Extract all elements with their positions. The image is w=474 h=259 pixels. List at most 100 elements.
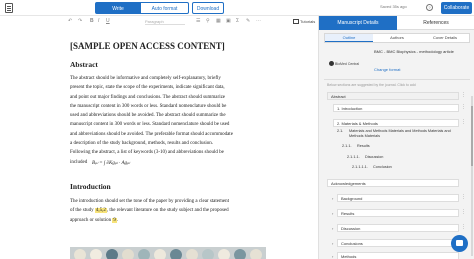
- outline-subsection[interactable]: Conclusion: [373, 165, 392, 170]
- chevron-right-icon: ›: [332, 211, 334, 216]
- figure-shape: [250, 249, 262, 259]
- download-button[interactable]: Download: [192, 2, 224, 14]
- subsection-number: 2.1.1.: [342, 144, 352, 148]
- help-icon[interactable]: ?: [426, 4, 433, 11]
- bold-icon[interactable]: B: [90, 18, 94, 25]
- citation-marker[interactable]: 4,5,2: [94, 208, 107, 214]
- section-label: Conclusions: [341, 241, 363, 246]
- chat-button[interactable]: [451, 235, 468, 252]
- outline-section-methods[interactable]: › Methods: [332, 252, 459, 259]
- chevron-right-icon: ›: [332, 196, 334, 201]
- abstract-body[interactable]: The abstract should be informative and c…: [70, 74, 270, 167]
- outline-section-acknowledgements[interactable]: Acknowledgements: [327, 179, 459, 187]
- document-canvas[interactable]: [SAMPLE OPEN ACCESS CONTENT] Abstract Th…: [0, 27, 316, 259]
- subsection-number: 2.1.: [337, 129, 344, 133]
- outline-section-results[interactable]: › Results: [332, 209, 459, 217]
- section-label: Results: [341, 211, 355, 216]
- introduction-body[interactable]: The introduction should set the tone of …: [70, 197, 270, 225]
- section-label: Background: [341, 196, 363, 201]
- image-icon[interactable]: ▣: [226, 18, 231, 25]
- outline-subsection[interactable]: Materials and Methods Materials and Meth…: [349, 129, 457, 139]
- section-menu-icon[interactable]: ⋮: [461, 104, 466, 111]
- figure-shape: [154, 249, 166, 259]
- abstract-heading[interactable]: Abstract: [70, 60, 98, 69]
- scrollbar-thumb[interactable]: [471, 106, 473, 166]
- figure-shape: [138, 249, 150, 259]
- outline-section-conclusions[interactable]: › Conclusions: [332, 239, 459, 247]
- abstract-line: The abstract should be informative and c…: [70, 76, 221, 81]
- section-menu-icon[interactable]: ⋮: [461, 209, 466, 216]
- manuscript-panel: Manuscript Details References Outline Au…: [318, 16, 474, 259]
- panel-tabs: Manuscript Details References: [319, 16, 474, 30]
- intro-text-segment: , the relevant literature on the study s…: [106, 208, 229, 214]
- section-menu-icon[interactable]: ⋮: [461, 194, 466, 201]
- figure-shape: [122, 249, 134, 259]
- write-mode-button[interactable]: Write: [95, 2, 141, 14]
- abstract-line: a description of the study background, m…: [70, 141, 214, 147]
- document-icon[interactable]: [5, 3, 13, 13]
- abstract-line: present the topic, state the scope of th…: [70, 85, 225, 91]
- paragraph-style-select[interactable]: Paragraph: [145, 18, 185, 25]
- panel-scrollbar[interactable]: [471, 96, 473, 256]
- sections-note: Below sections are suggested by the jour…: [327, 83, 416, 87]
- comment-icon[interactable]: ✎: [246, 18, 250, 25]
- figure-shape: [106, 249, 118, 259]
- abstract-line: and abbreviations should be avoided. The…: [70, 131, 233, 137]
- tab-manuscript-details[interactable]: Manuscript Details: [319, 16, 397, 30]
- redo-icon[interactable]: ↷: [78, 18, 82, 25]
- publisher-logo: BioMed Central: [329, 61, 359, 66]
- underline-icon[interactable]: U: [106, 18, 110, 25]
- auto-format-button[interactable]: Auto format: [141, 2, 189, 14]
- section-label: Acknowledgements: [331, 181, 366, 186]
- section-label: Discussion: [341, 226, 361, 231]
- figure-image[interactable]: [70, 247, 266, 259]
- publisher-logo-text: BioMed Central: [335, 62, 360, 66]
- figure-shape: [202, 249, 214, 259]
- section-menu-icon[interactable]: ⋮: [461, 92, 466, 99]
- figure-shape: [90, 249, 102, 259]
- change-format-link[interactable]: Change format: [374, 67, 400, 72]
- formula-icon[interactable]: Σ: [236, 18, 239, 25]
- inline-formula[interactable]: Bₚₗ = ∫ ∂Kgₚₗ · Agₚₗ: [92, 160, 130, 166]
- tab-authors[interactable]: Authors: [373, 34, 421, 42]
- link-icon[interactable]: ⚲: [206, 18, 210, 25]
- table-icon[interactable]: ▦: [216, 18, 221, 25]
- intro-line: approach or solution 9.: [70, 216, 270, 225]
- top-bar: Write Auto format Download Saved 35s ago…: [0, 0, 474, 16]
- intro-line: The introduction should set the tone of …: [70, 199, 229, 204]
- outline-section-abstract[interactable]: Abstract: [327, 92, 459, 100]
- section-menu-icon[interactable]: ⋮: [461, 119, 466, 126]
- figure-shape: [218, 249, 230, 259]
- outline-section-materials-methods[interactable]: 2. Materials & Methods: [333, 119, 459, 127]
- italic-icon[interactable]: I: [98, 18, 99, 25]
- section-number: 1.: [337, 106, 341, 111]
- outline-section-background[interactable]: › Background: [332, 194, 459, 202]
- tab-references[interactable]: References: [397, 16, 474, 30]
- more-icon[interactable]: ⋯: [256, 18, 261, 25]
- outline-subsection[interactable]: Results: [357, 144, 370, 149]
- outline-subsection[interactable]: Discussion: [365, 155, 383, 160]
- journal-name: BMC - BMC Biophysics - methodology artic…: [374, 49, 454, 54]
- abstract-line: Following the abstract, a list of keywor…: [70, 150, 224, 156]
- undo-icon[interactable]: ↶: [68, 18, 72, 25]
- document-title[interactable]: [SAMPLE OPEN ACCESS CONTENT]: [70, 41, 225, 51]
- outline-section-introduction[interactable]: 1. Introduction: [333, 104, 459, 112]
- list-icon[interactable]: ☰: [196, 18, 200, 25]
- chat-icon: [456, 240, 463, 246]
- outline-section-discussion[interactable]: › Discussion: [332, 224, 459, 232]
- abstract-line: manuscript content in 300 words or less.…: [70, 122, 230, 128]
- tutorials-link[interactable]: Tutorials: [293, 18, 315, 25]
- section-label: Methods: [341, 254, 357, 259]
- editor-toolbar: ↶ ↷ B I U Paragraph ☰ ⚲ ▦ ▣ Σ ✎ ⋯ Tutori…: [0, 16, 316, 27]
- intro-text-segment: approach or solution: [70, 217, 112, 223]
- introduction-heading[interactable]: Introduction: [70, 182, 111, 191]
- chevron-right-icon: ›: [332, 254, 334, 259]
- subsection-number: 2.1.1.1.1.: [352, 165, 368, 169]
- abstract-line: the manuscript content in 300 words or l…: [70, 103, 227, 109]
- section-menu-icon[interactable]: ⋮: [461, 224, 466, 231]
- tab-outline[interactable]: Outline: [325, 34, 373, 42]
- saved-status: Saved 35s ago: [380, 4, 407, 9]
- tab-cover-details[interactable]: Cover Details: [421, 34, 469, 42]
- collaborate-button[interactable]: Collaborate: [441, 2, 472, 14]
- chevron-right-icon: ›: [332, 226, 334, 231]
